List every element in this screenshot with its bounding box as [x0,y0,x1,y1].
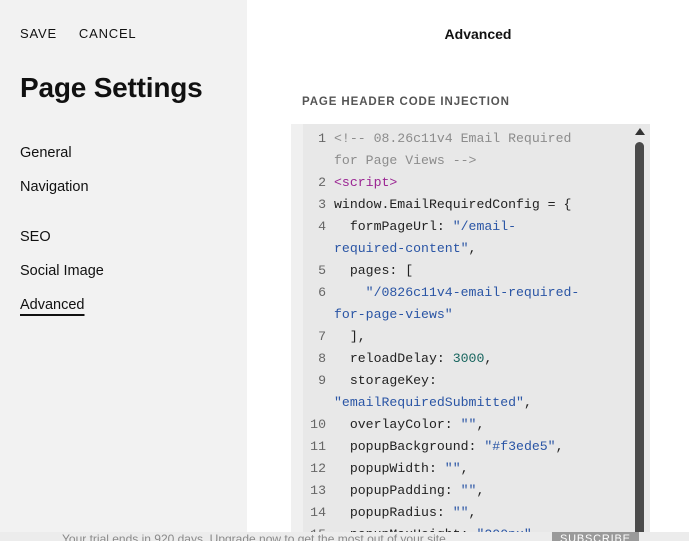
code-editor[interactable]: 1<!-- 08.26c11v4 Email Required0for Page… [291,124,650,541]
line-number: 0 [303,150,334,172]
code-text: formPageUrl: "/email- [334,219,517,234]
code-text: <script> [334,175,398,190]
line-number: 9 [318,373,326,388]
nav-item-general[interactable]: General [20,144,89,178]
code-text: "/0826c11v4-email-required- [365,285,580,300]
code-line: 0required-content", [303,238,628,260]
line-number: 11 [310,439,326,454]
code-line: 9 storageKey: [303,370,628,392]
line-number: 5 [318,263,326,278]
trial-banner: Your trial ends in 920 days. Upgrade now… [0,532,689,541]
line-number: 13 [310,483,326,498]
code-line: 7 ], [303,326,628,348]
code-line: 10 overlayColor: "", [303,414,628,436]
code-text: for-page-views" [334,307,453,322]
code-text: overlayColor: "", [334,417,485,432]
save-button[interactable]: SAVE [20,26,57,41]
line-number: 7 [318,329,326,344]
nav-item-navigation[interactable]: Navigation [20,178,89,212]
code-line: 5 pages: [ [303,260,628,282]
code-text: <!-- 08.26c11v4 Email Required [334,131,572,146]
line-number: 14 [310,505,326,520]
code-text: popupRadius: "", [334,505,477,520]
subscribe-button[interactable]: SUBSCRIBE [552,532,639,541]
code-line: 12 popupWidth: "", [303,458,628,480]
line-number: 8 [318,351,326,366]
panel-title: Advanced [444,26,512,42]
line-number: 3 [318,197,326,212]
line-number: 0 [303,392,334,414]
code-line: 14 popupRadius: "", [303,502,628,524]
nav-item-seo[interactable]: SEO [20,228,104,262]
code-line: 0for Page Views --> [303,150,628,172]
code-line: 3 window.EmailRequiredConfig = { [303,194,628,216]
code-lines: 1<!-- 08.26c11v4 Email Required0for Page… [303,128,628,541]
editor-scrollbar[interactable] [634,128,646,541]
nav-item-advanced[interactable]: Advanced [20,296,104,330]
code-line: 0for-page-views" [303,304,628,326]
code-line: 11 popupBackground: "#f3ede5", [303,436,628,458]
code-text: "emailRequiredSubmitted", [334,395,532,410]
scroll-up-arrow-icon[interactable] [635,128,645,135]
code-text: window.EmailRequiredConfig = { [334,197,572,212]
main-panel: Advanced PAGE HEADER CODE INJECTION 1 <!-… [247,0,689,541]
line-number: 1 [318,131,326,146]
code-line: 0"emailRequiredSubmitted", [303,392,628,414]
code-line: 4 formPageUrl: "/email- [303,216,628,238]
code-line: 13 popupPadding: "", [303,480,628,502]
line-number: 2 [318,175,326,190]
code-text: reloadDelay: 3000, [334,351,493,366]
code-line: 8 reloadDelay: 3000, [303,348,628,370]
line-number: 4 [318,219,326,234]
scroll-thumb[interactable] [635,142,644,541]
line-number: 0 [303,304,334,326]
nav-item-social-image[interactable]: Social Image [20,262,104,296]
line-number: 12 [310,461,326,476]
code-text: required-content", [334,241,477,256]
line-number: 10 [310,417,326,432]
code-text: popupWidth: "", [334,461,469,476]
code-injection-label: PAGE HEADER CODE INJECTION [302,96,510,108]
code-text: ], [334,329,366,344]
code-line: 1 <!-- 08.26c11v4 Email Required [303,128,628,150]
code-text: popupPadding: "", [334,483,485,498]
code-line: 6 "/0826c11v4-email-required- [303,282,628,304]
code-text: for Page Views --> [334,153,477,168]
line-number: 0 [303,238,334,260]
nav-group-seo: SEO Social Image Advanced [20,228,104,330]
code-text: storageKey: [334,373,437,388]
cancel-button[interactable]: CANCEL [79,26,137,41]
nav-group-general: General Navigation [20,144,89,212]
line-number: 6 [318,285,326,300]
top-actions: SAVE CANCEL [20,26,136,41]
code-text: popupBackground: "#f3ede5", [334,439,564,454]
code-line: 2 <script> [303,172,628,194]
trial-message: Your trial ends in 920 days. Upgrade now… [62,532,450,541]
page-title: Page Settings [20,72,203,103]
code-text: pages: [ [334,263,414,278]
settings-sidebar: SAVE CANCEL Page Settings General Naviga… [0,0,247,541]
